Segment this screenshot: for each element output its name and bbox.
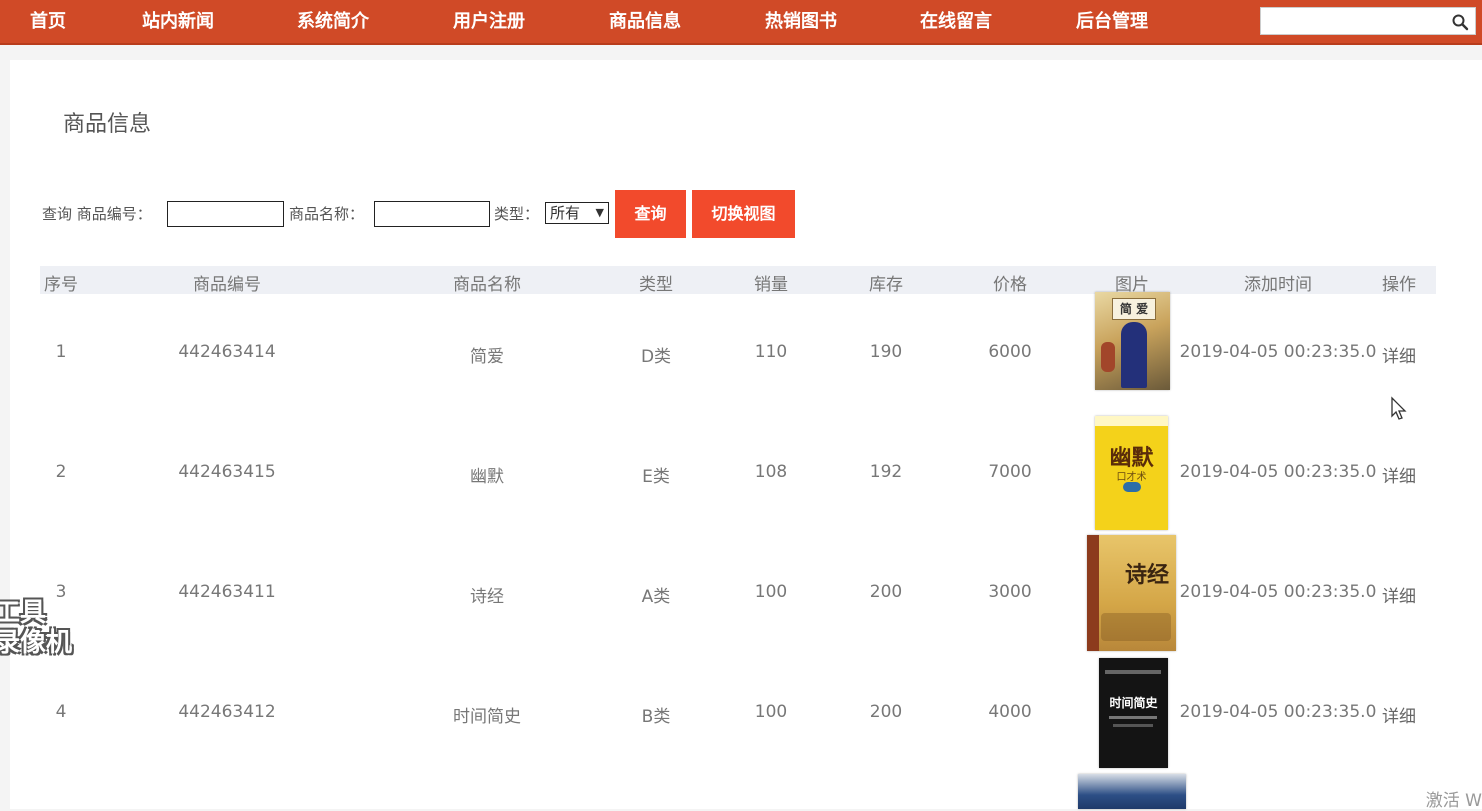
stamp-line1: 工具 [0,598,47,628]
cell-sales: 110 [754,342,788,362]
detail-link[interactable]: 详细 [1382,342,1416,367]
cell-price: 4000 [988,702,1032,722]
type-select-value: 所有 [550,204,581,222]
cell-sales: 100 [754,582,788,602]
product-image-cover[interactable]: 幽默 口才术 [1095,416,1168,530]
code-label: 查询 商品编号： [42,205,152,223]
nav-products[interactable]: 商品信息 [609,0,681,45]
type-label: 类型： [494,205,540,223]
nav-search-input[interactable] [1261,8,1446,34]
table-row: 2 442463415 幽默 E类 108 192 7000 幽默 口才术 20… [0,412,1482,532]
cell-code: 442463411 [178,582,276,602]
product-image-cover[interactable]: 时间简史 [1099,658,1168,768]
product-image-cover[interactable] [1078,774,1186,809]
cell-code: 442463415 [178,462,276,482]
product-name-input[interactable] [374,201,490,227]
stamp-line2: 录像机 [0,628,73,658]
cell-price: 7000 [988,462,1032,482]
nav-intro[interactable]: 系统简介 [297,0,369,45]
table-row: 1 442463414 简爱 D类 110 190 6000 简 爱 2019-… [0,292,1482,412]
nav-register[interactable]: 用户注册 [453,0,525,45]
cell-index: 2 [55,462,67,482]
cell-sales: 100 [754,702,788,722]
cover-title: 简 爱 [1112,298,1156,320]
cell-added: 2019-04-05 00:23:35.0 [1179,582,1377,602]
cell-stock: 190 [869,342,903,362]
cell-type: D类 [640,347,672,367]
type-select[interactable]: 所有 ▼ [545,202,609,224]
top-nav: 首页 站内新闻 系统简介 用户注册 商品信息 热销图书 在线留言 后台管理 [0,0,1482,45]
cell-type: A类 [641,587,671,607]
product-image-cover[interactable]: 简 爱 [1095,292,1170,390]
product-code-input[interactable] [167,201,284,227]
cover-top-band [1095,416,1168,426]
activation-watermark: 激活 W [1425,791,1482,811]
detail-link[interactable]: 详细 [1382,702,1416,727]
table-row: 4 442463412 时间简史 B类 100 200 4000 时间简史 20… [0,652,1482,772]
cell-price: 3000 [988,582,1032,602]
cover-spine [1087,535,1099,651]
cell-name: 简爱 [470,347,504,367]
nav-home[interactable]: 首页 [30,0,66,45]
recorder-stamp: 工具 录像机 [0,598,72,658]
cell-stock: 192 [869,462,903,482]
cell-added: 2019-04-05 00:23:35.0 [1179,462,1377,482]
cell-type: E类 [642,467,670,487]
cell-price: 6000 [988,342,1032,362]
cell-sales: 108 [754,462,788,482]
cell-index: 1 [55,342,67,362]
cover-line [1109,716,1157,719]
cover-subtitle: 口才术 [1116,472,1147,483]
cover-flower [1101,342,1115,372]
nav-search-box [1260,7,1476,35]
cell-name: 幽默 [470,467,504,487]
nav-message[interactable]: 在线留言 [920,0,992,45]
cover-figure [1121,322,1147,388]
cell-stock: 200 [869,582,903,602]
nav-bestseller[interactable]: 热销图书 [765,0,837,45]
switch-view-button[interactable]: 切换视图 [692,190,795,238]
cell-added: 2019-04-05 00:23:35.0 [1179,342,1377,362]
cell-code: 442463414 [178,342,276,362]
table-row: 3 442463411 诗经 A类 100 200 3000 诗经 2019-0… [0,532,1482,652]
name-label: 商品名称： [289,205,365,223]
cell-index: 4 [55,702,67,722]
search-icon[interactable] [1451,13,1469,31]
cover-title: 时间简史 [1109,696,1158,710]
nav-news[interactable]: 站内新闻 [142,0,214,45]
cell-type: B类 [641,707,671,727]
detail-link[interactable]: 详细 [1382,582,1416,607]
table-header: 序号 商品编号 商品名称 类型 销量 库存 价格 图片 添加时间 操作 [40,266,1436,295]
cell-stock: 200 [869,702,903,722]
cover-line [1105,670,1161,674]
cover-line [1113,724,1153,727]
search-button[interactable]: 查询 [615,190,686,238]
cover-landscape [1101,613,1171,641]
nav-admin[interactable]: 后台管理 [1076,0,1148,45]
detail-link[interactable]: 详细 [1382,462,1416,487]
cell-name: 诗经 [470,587,504,607]
cell-added: 2019-04-05 00:23:35.0 [1179,702,1377,722]
cell-code: 442463412 [178,702,276,722]
product-image-cover[interactable]: 诗经 [1087,535,1176,651]
cover-title: 诗经 [1125,563,1170,588]
cover-emblem [1123,482,1141,492]
dropdown-arrow-icon: ▼ [595,206,604,219]
page-title: 商品信息 [63,112,152,137]
mouse-cursor-icon [1391,396,1407,420]
cell-name: 时间简史 [453,707,521,727]
